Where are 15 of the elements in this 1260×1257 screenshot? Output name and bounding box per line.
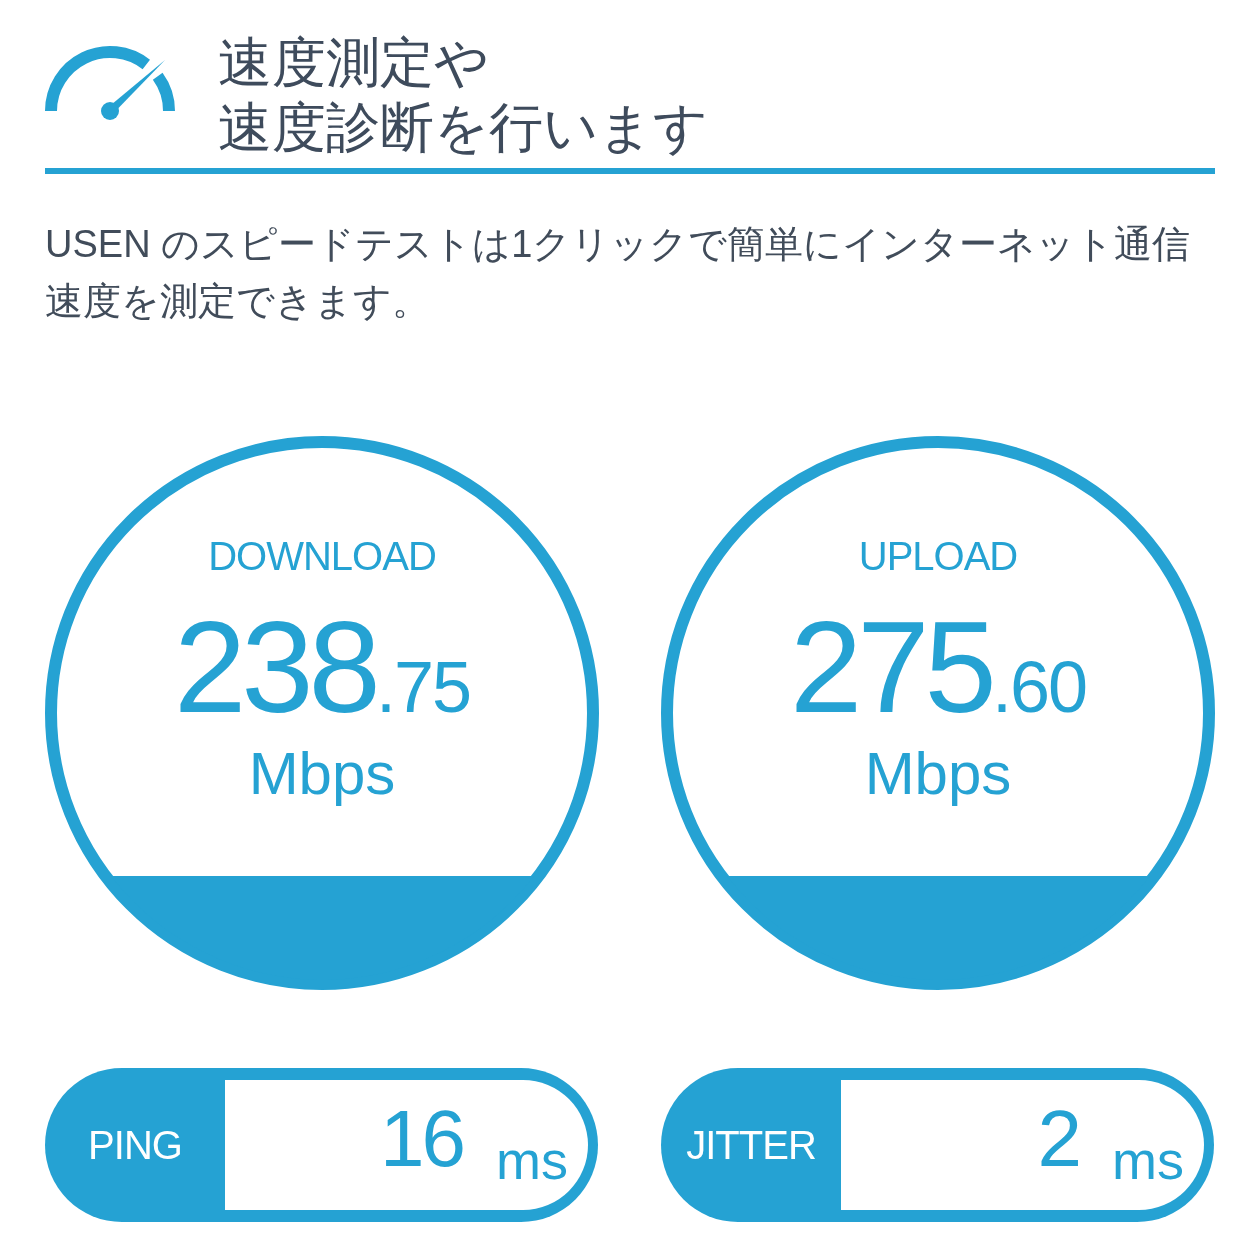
unit-label: ms xyxy=(496,1133,568,1187)
stat-value: 16 xyxy=(380,1099,463,1179)
unit-label: Mbps xyxy=(248,744,396,804)
unit-label: ms xyxy=(1112,1133,1184,1187)
page-title: 速度測定や 速度診断を行います xyxy=(218,31,708,159)
stat-value: 2 xyxy=(1037,1099,1079,1179)
speedometer-icon xyxy=(45,45,175,120)
stat-label: JITTER xyxy=(686,1125,816,1165)
speed-value: 238.75 xyxy=(174,602,470,732)
unit-label: Mbps xyxy=(864,744,1012,804)
gauge-label: UPLOAD xyxy=(858,536,1018,576)
speed-value: 275.60 xyxy=(790,602,1086,732)
gauge-label: DOWNLOAD xyxy=(208,536,436,576)
description-text: USEN のスピードテストは1クリックで簡単にインターネット通信速度を測定できます。 xyxy=(45,222,1192,324)
stat-label: PING xyxy=(88,1125,182,1165)
